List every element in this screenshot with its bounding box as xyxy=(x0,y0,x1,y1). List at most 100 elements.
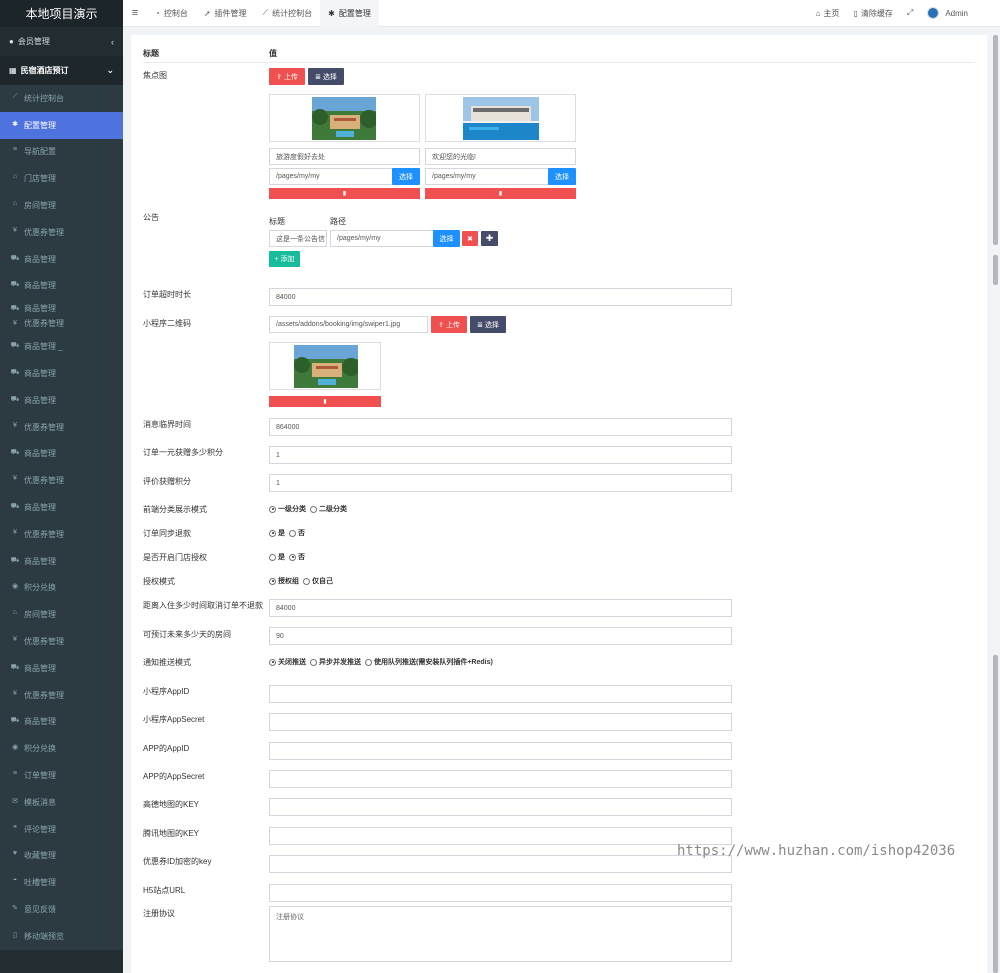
config-text-input[interactable] xyxy=(269,742,732,760)
sidebar-item[interactable]: ¥ 优惠券管理 xyxy=(0,681,123,709)
sidebar-item[interactable]: ¥ 优惠券管理 xyxy=(0,218,123,246)
radio-button[interactable] xyxy=(269,577,276,585)
menu-toggle-icon[interactable]: ≡ xyxy=(123,7,147,19)
sidebar-item[interactable]: ◓ 吐槽管理 xyxy=(0,869,123,897)
focus-path-input-2[interactable]: /pages/my/my xyxy=(425,168,549,185)
radio-button[interactable] xyxy=(303,577,310,585)
sidebar-item-member[interactable]: ● 会员管理 ‹ xyxy=(0,27,123,56)
radio-button[interactable] xyxy=(289,553,296,561)
focus-path-input-1[interactable]: /pages/my/my xyxy=(269,168,393,185)
user-menu[interactable]: Admin xyxy=(920,7,1000,19)
radio-button[interactable] xyxy=(269,505,276,513)
config-text-input[interactable] xyxy=(269,798,732,816)
scrollbar-thumb[interactable] xyxy=(993,255,998,285)
radio-option[interactable]: 否 xyxy=(289,552,305,562)
home-link[interactable]: ⌂ 主页 xyxy=(809,8,847,19)
sidebar-item[interactable]: ⛟ 商品管理 xyxy=(0,654,123,682)
config-text-input[interactable] xyxy=(269,685,732,703)
config-text-input[interactable] xyxy=(269,713,732,731)
config-text-input[interactable] xyxy=(269,855,732,873)
sidebar-item[interactable]: ¥ 优惠券管理 xyxy=(0,628,123,655)
notice-choose-button[interactable]: 选择 xyxy=(433,230,460,247)
config-text-input[interactable] xyxy=(269,827,732,845)
qrcode-path-input[interactable]: /assets/addons/booking/img/swiper1.jpg xyxy=(269,316,428,333)
order-timeout-input[interactable]: 84000 xyxy=(269,288,732,306)
review-points-input[interactable]: 1 xyxy=(269,474,732,492)
sidebar-item[interactable]: ⛟ 商品管理 xyxy=(0,360,123,387)
sidebar-item[interactable]: ❝ 评论管理 xyxy=(0,815,123,843)
sidebar-item[interactable]: ⛟ 商品管理 xyxy=(0,245,123,273)
sidebar-item[interactable]: ⌂ 门店管理 xyxy=(0,165,123,193)
focus-path-choose-2[interactable]: 选择 xyxy=(548,168,576,185)
radio-option[interactable]: 是 xyxy=(269,528,285,538)
sidebar-item[interactable]: ⛟ 商品管理 xyxy=(0,272,123,300)
radio-option[interactable]: 关闭推送 xyxy=(269,657,306,667)
radio-button[interactable] xyxy=(269,553,276,561)
points-per-yuan-input[interactable]: 1 xyxy=(269,446,732,464)
sidebar-item[interactable]: ✱ 配置管理 xyxy=(0,111,123,139)
radio-button[interactable] xyxy=(310,505,317,513)
sidebar-item[interactable]: ✎ 意见反馈 xyxy=(0,896,123,923)
radio-button[interactable] xyxy=(269,658,276,666)
focus-title-input-2[interactable]: 欢迎您的光临! xyxy=(425,148,576,165)
book-days-input[interactable]: 90 xyxy=(269,627,732,645)
sidebar-item[interactable]: ✉ 模板消息 xyxy=(0,788,123,816)
sidebar-item[interactable]: ⛟ 商品管理 xyxy=(0,708,123,736)
cancel-before-input[interactable]: 84000 xyxy=(269,599,732,617)
qrcode-delete-button[interactable]: ▮ xyxy=(269,396,381,407)
notice-title-input[interactable]: 这是一条公告信 xyxy=(269,230,327,247)
sidebar-item[interactable]: ⛟ 商品管理 _ xyxy=(0,333,123,361)
tab-stats[interactable]: ⟋ 统计控制台 xyxy=(255,0,321,27)
notice-move-icon[interactable]: ✚ xyxy=(481,231,498,246)
radio-option[interactable]: 使用队列推送(需安装队列插件+Redis) xyxy=(365,657,493,667)
radio-button[interactable] xyxy=(310,658,317,666)
clear-cache-button[interactable]: ▯ 清除缓存 xyxy=(847,8,900,19)
sidebar-item[interactable]: ⌂ 房间管理 xyxy=(0,192,123,219)
sidebar-item[interactable]: ⛟ 商品管理 ¥ 优惠券管理 xyxy=(0,299,123,334)
config-text-input[interactable] xyxy=(269,770,732,788)
config-text-input[interactable] xyxy=(269,884,732,902)
agreement-textarea[interactable]: 注册协议 xyxy=(269,906,732,962)
focus-title-input-1[interactable]: 旅游度假好去处 xyxy=(269,148,420,165)
focus-delete-button-2[interactable]: ▮ xyxy=(425,188,576,199)
scrollbar-thumb[interactable] xyxy=(993,655,998,973)
sidebar-item[interactable]: ¥ 优惠券管理 xyxy=(0,520,123,548)
sidebar-item[interactable]: ♥ 收藏管理 xyxy=(0,842,123,870)
radio-option[interactable]: 否 xyxy=(289,528,305,538)
focus-delete-button-1[interactable]: ▮ xyxy=(269,188,420,199)
notice-remove-icon[interactable]: ✖ xyxy=(462,231,478,246)
sidebar-item[interactable]: ¥ 优惠券管理 xyxy=(0,467,123,495)
scrollbar[interactable] xyxy=(993,35,998,973)
qrcode-upload-button[interactable]: ⇪ 上传 xyxy=(431,316,467,333)
qrcode-choose-button[interactable]: ≣ 选择 xyxy=(470,316,506,333)
tab-config[interactable]: ✱ 配置管理 xyxy=(320,0,379,27)
focus-upload-button[interactable]: ⇪ 上传 xyxy=(269,68,305,85)
focus-path-choose-1[interactable]: 选择 xyxy=(392,168,420,185)
sidebar-item[interactable]: ¥ 优惠券管理 xyxy=(0,413,123,441)
sidebar-item[interactable]: ◉ 积分兑换 xyxy=(0,735,123,763)
sidebar-item[interactable]: ⛟ 商品管理 xyxy=(0,547,123,575)
sidebar-item[interactable]: ⌂ 房间管理 xyxy=(0,601,123,629)
radio-option[interactable]: 授权组 xyxy=(269,576,299,586)
sidebar-group-hotel[interactable]: ▦ 民宿酒店预订 ⌄ xyxy=(0,56,123,85)
fullscreen-icon[interactable]: ⤢ xyxy=(900,8,920,18)
msg-time-input[interactable]: 864000 xyxy=(269,418,732,436)
sidebar-item[interactable]: ≡ 导航配置 xyxy=(0,138,123,166)
radio-option[interactable]: 仅自己 xyxy=(303,576,333,586)
notice-add-button[interactable]: + 添加 xyxy=(269,251,300,267)
sidebar-item[interactable]: ⟋ 统计控制台 xyxy=(0,85,123,112)
radio-option[interactable]: 二级分类 xyxy=(310,504,347,514)
radio-button[interactable] xyxy=(289,529,296,537)
sidebar-item[interactable]: ◉ 积分兑换 xyxy=(0,574,123,602)
tab-plugins[interactable]: ➚ 插件管理 xyxy=(196,0,255,27)
radio-option[interactable]: 一级分类 xyxy=(269,504,306,514)
sidebar-item[interactable]: ⛟ 商品管理 xyxy=(0,440,123,468)
tab-dashboard[interactable]: ◔ 控制台 xyxy=(147,0,196,27)
radio-button[interactable] xyxy=(269,529,276,537)
sidebar-item[interactable]: ≡ 订单管理 xyxy=(0,762,123,789)
sidebar-item[interactable]: ⛟ 商品管理 xyxy=(0,386,123,414)
focus-choose-button[interactable]: ≣ 选择 xyxy=(308,68,344,85)
radio-button[interactable] xyxy=(365,658,372,666)
sidebar-item[interactable]: ▯ 移动端预览 xyxy=(0,922,123,950)
sidebar-item[interactable]: ⛟ 商品管理 xyxy=(0,494,123,521)
